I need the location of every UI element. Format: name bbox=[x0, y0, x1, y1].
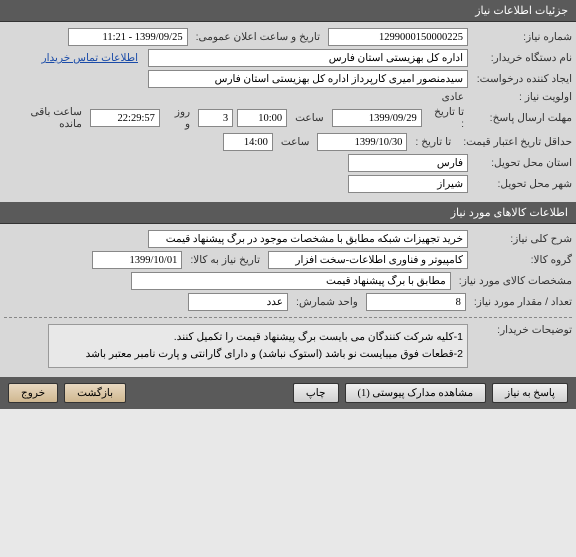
exit-button[interactable]: خروج bbox=[8, 383, 58, 403]
row-need-no: شماره نیاز: تاریخ و ساعت اعلان عمومی: bbox=[4, 28, 572, 46]
print-button[interactable]: چاپ bbox=[293, 383, 339, 403]
row-delivery-city: شهر محل تحویل: bbox=[4, 175, 572, 193]
input-remaining-days[interactable] bbox=[198, 109, 233, 127]
label-delivery-prov: استان محل تحویل: bbox=[472, 157, 572, 169]
label-priority: اولویت نیاز : bbox=[472, 91, 572, 103]
input-goods-date[interactable] bbox=[92, 251, 182, 269]
row-buyer-notes: توضیحات خریدار: 1-کلیه شرکت کنندگان می ب… bbox=[4, 324, 572, 368]
row-qty: تعداد / مقدار مورد نیاز: واحد شمارش: bbox=[4, 293, 572, 311]
label-need-no: شماره نیاز: bbox=[472, 31, 572, 43]
label-min-valid: حداقل تاریخ اعتبار قیمت: bbox=[459, 136, 572, 148]
label-goods-spec: مشخصات کالای مورد نیاز: bbox=[455, 275, 572, 287]
input-public-date[interactable] bbox=[68, 28, 188, 46]
need-info-form: شماره نیاز: تاریخ و ساعت اعلان عمومی: نا… bbox=[0, 22, 576, 202]
note-line-2: 2-قطعات فوق میبایست نو باشد (استوک نباشد… bbox=[53, 346, 463, 363]
note-line-1: 1-کلیه شرکت کنندگان می بایست برگ پیشنهاد… bbox=[53, 329, 463, 346]
link-contact-buyer[interactable]: اطلاعات تماس خریدار bbox=[42, 52, 144, 64]
input-deadline-time[interactable] bbox=[237, 109, 287, 127]
row-goods-group: گروه کالا: تاریخ نیاز به کالا: bbox=[4, 251, 572, 269]
row-buyer-org: نام دستگاه خریدار: اطلاعات تماس خریدار bbox=[4, 49, 572, 67]
input-deadline-date[interactable] bbox=[332, 109, 422, 127]
label-delivery-city: شهر محل تحویل: bbox=[472, 178, 572, 190]
need-info-header: جزئیات اطلاعات نیاز bbox=[0, 0, 576, 22]
label-remaining: ساعت باقی مانده bbox=[4, 106, 86, 130]
label-qty: تعداد / مقدار مورد نیاز: bbox=[470, 296, 572, 308]
divider bbox=[4, 317, 572, 318]
row-deadline: مهلت ارسال پاسخ: تا تاریخ : ساعت روز و س… bbox=[4, 106, 572, 130]
label-to-date: تا تاریخ : bbox=[426, 106, 468, 130]
label-to-date-2: تا تاریخ : bbox=[411, 136, 455, 148]
input-need-no[interactable] bbox=[328, 28, 468, 46]
input-unit[interactable] bbox=[188, 293, 288, 311]
label-buyer-org: نام دستگاه خریدار: bbox=[472, 52, 572, 64]
input-buyer-org[interactable] bbox=[148, 49, 468, 67]
value-priority: عادی bbox=[438, 91, 468, 103]
buyer-notes-block: 1-کلیه شرکت کنندگان می بایست برگ پیشنهاد… bbox=[48, 324, 468, 368]
input-min-valid-date[interactable] bbox=[317, 133, 407, 151]
row-priority: اولویت نیاز : عادی bbox=[4, 91, 572, 103]
input-delivery-city[interactable] bbox=[348, 175, 468, 193]
label-public-date: تاریخ و ساعت اعلان عمومی: bbox=[192, 31, 324, 43]
goods-info-header: اطلاعات کالاهای مورد نیاز bbox=[0, 202, 576, 224]
input-need-desc[interactable] bbox=[148, 230, 468, 248]
label-goods-group: گروه کالا: bbox=[472, 254, 572, 266]
row-need-desc: شرح کلی نیاز: bbox=[4, 230, 572, 248]
label-hour-2: ساعت bbox=[277, 136, 314, 148]
input-goods-spec[interactable] bbox=[131, 272, 451, 290]
label-creator: ایجاد کننده درخواست: bbox=[472, 73, 572, 85]
label-hour-1: ساعت bbox=[291, 112, 328, 124]
label-deadline: مهلت ارسال پاسخ: bbox=[472, 112, 572, 124]
input-qty[interactable] bbox=[366, 293, 466, 311]
label-days-and: روز و bbox=[164, 106, 194, 130]
input-delivery-prov[interactable] bbox=[348, 154, 468, 172]
attachments-button[interactable]: مشاهده مدارک پیوستی (1) bbox=[345, 383, 487, 403]
input-remaining-time[interactable] bbox=[90, 109, 160, 127]
label-goods-date: تاریخ نیاز به کالا: bbox=[186, 254, 264, 266]
back-button[interactable]: بازگشت bbox=[64, 383, 126, 403]
label-buyer-notes: توضیحات خریدار: bbox=[472, 324, 572, 336]
goods-info-form: شرح کلی نیاز: گروه کالا: تاریخ نیاز به ک… bbox=[0, 224, 576, 377]
respond-button[interactable]: پاسخ به نیاز bbox=[492, 383, 568, 403]
row-min-valid: حداقل تاریخ اعتبار قیمت: تا تاریخ : ساعت bbox=[4, 133, 572, 151]
row-delivery-prov: استان محل تحویل: bbox=[4, 154, 572, 172]
row-goods-spec: مشخصات کالای مورد نیاز: bbox=[4, 272, 572, 290]
label-need-desc: شرح کلی نیاز: bbox=[472, 233, 572, 245]
button-bar: پاسخ به نیاز مشاهده مدارک پیوستی (1) چاپ… bbox=[0, 377, 576, 409]
label-unit: واحد شمارش: bbox=[292, 296, 362, 308]
input-min-valid-time[interactable] bbox=[223, 133, 273, 151]
row-creator: ایجاد کننده درخواست: bbox=[4, 70, 572, 88]
input-goods-group[interactable] bbox=[268, 251, 468, 269]
input-creator[interactable] bbox=[148, 70, 468, 88]
